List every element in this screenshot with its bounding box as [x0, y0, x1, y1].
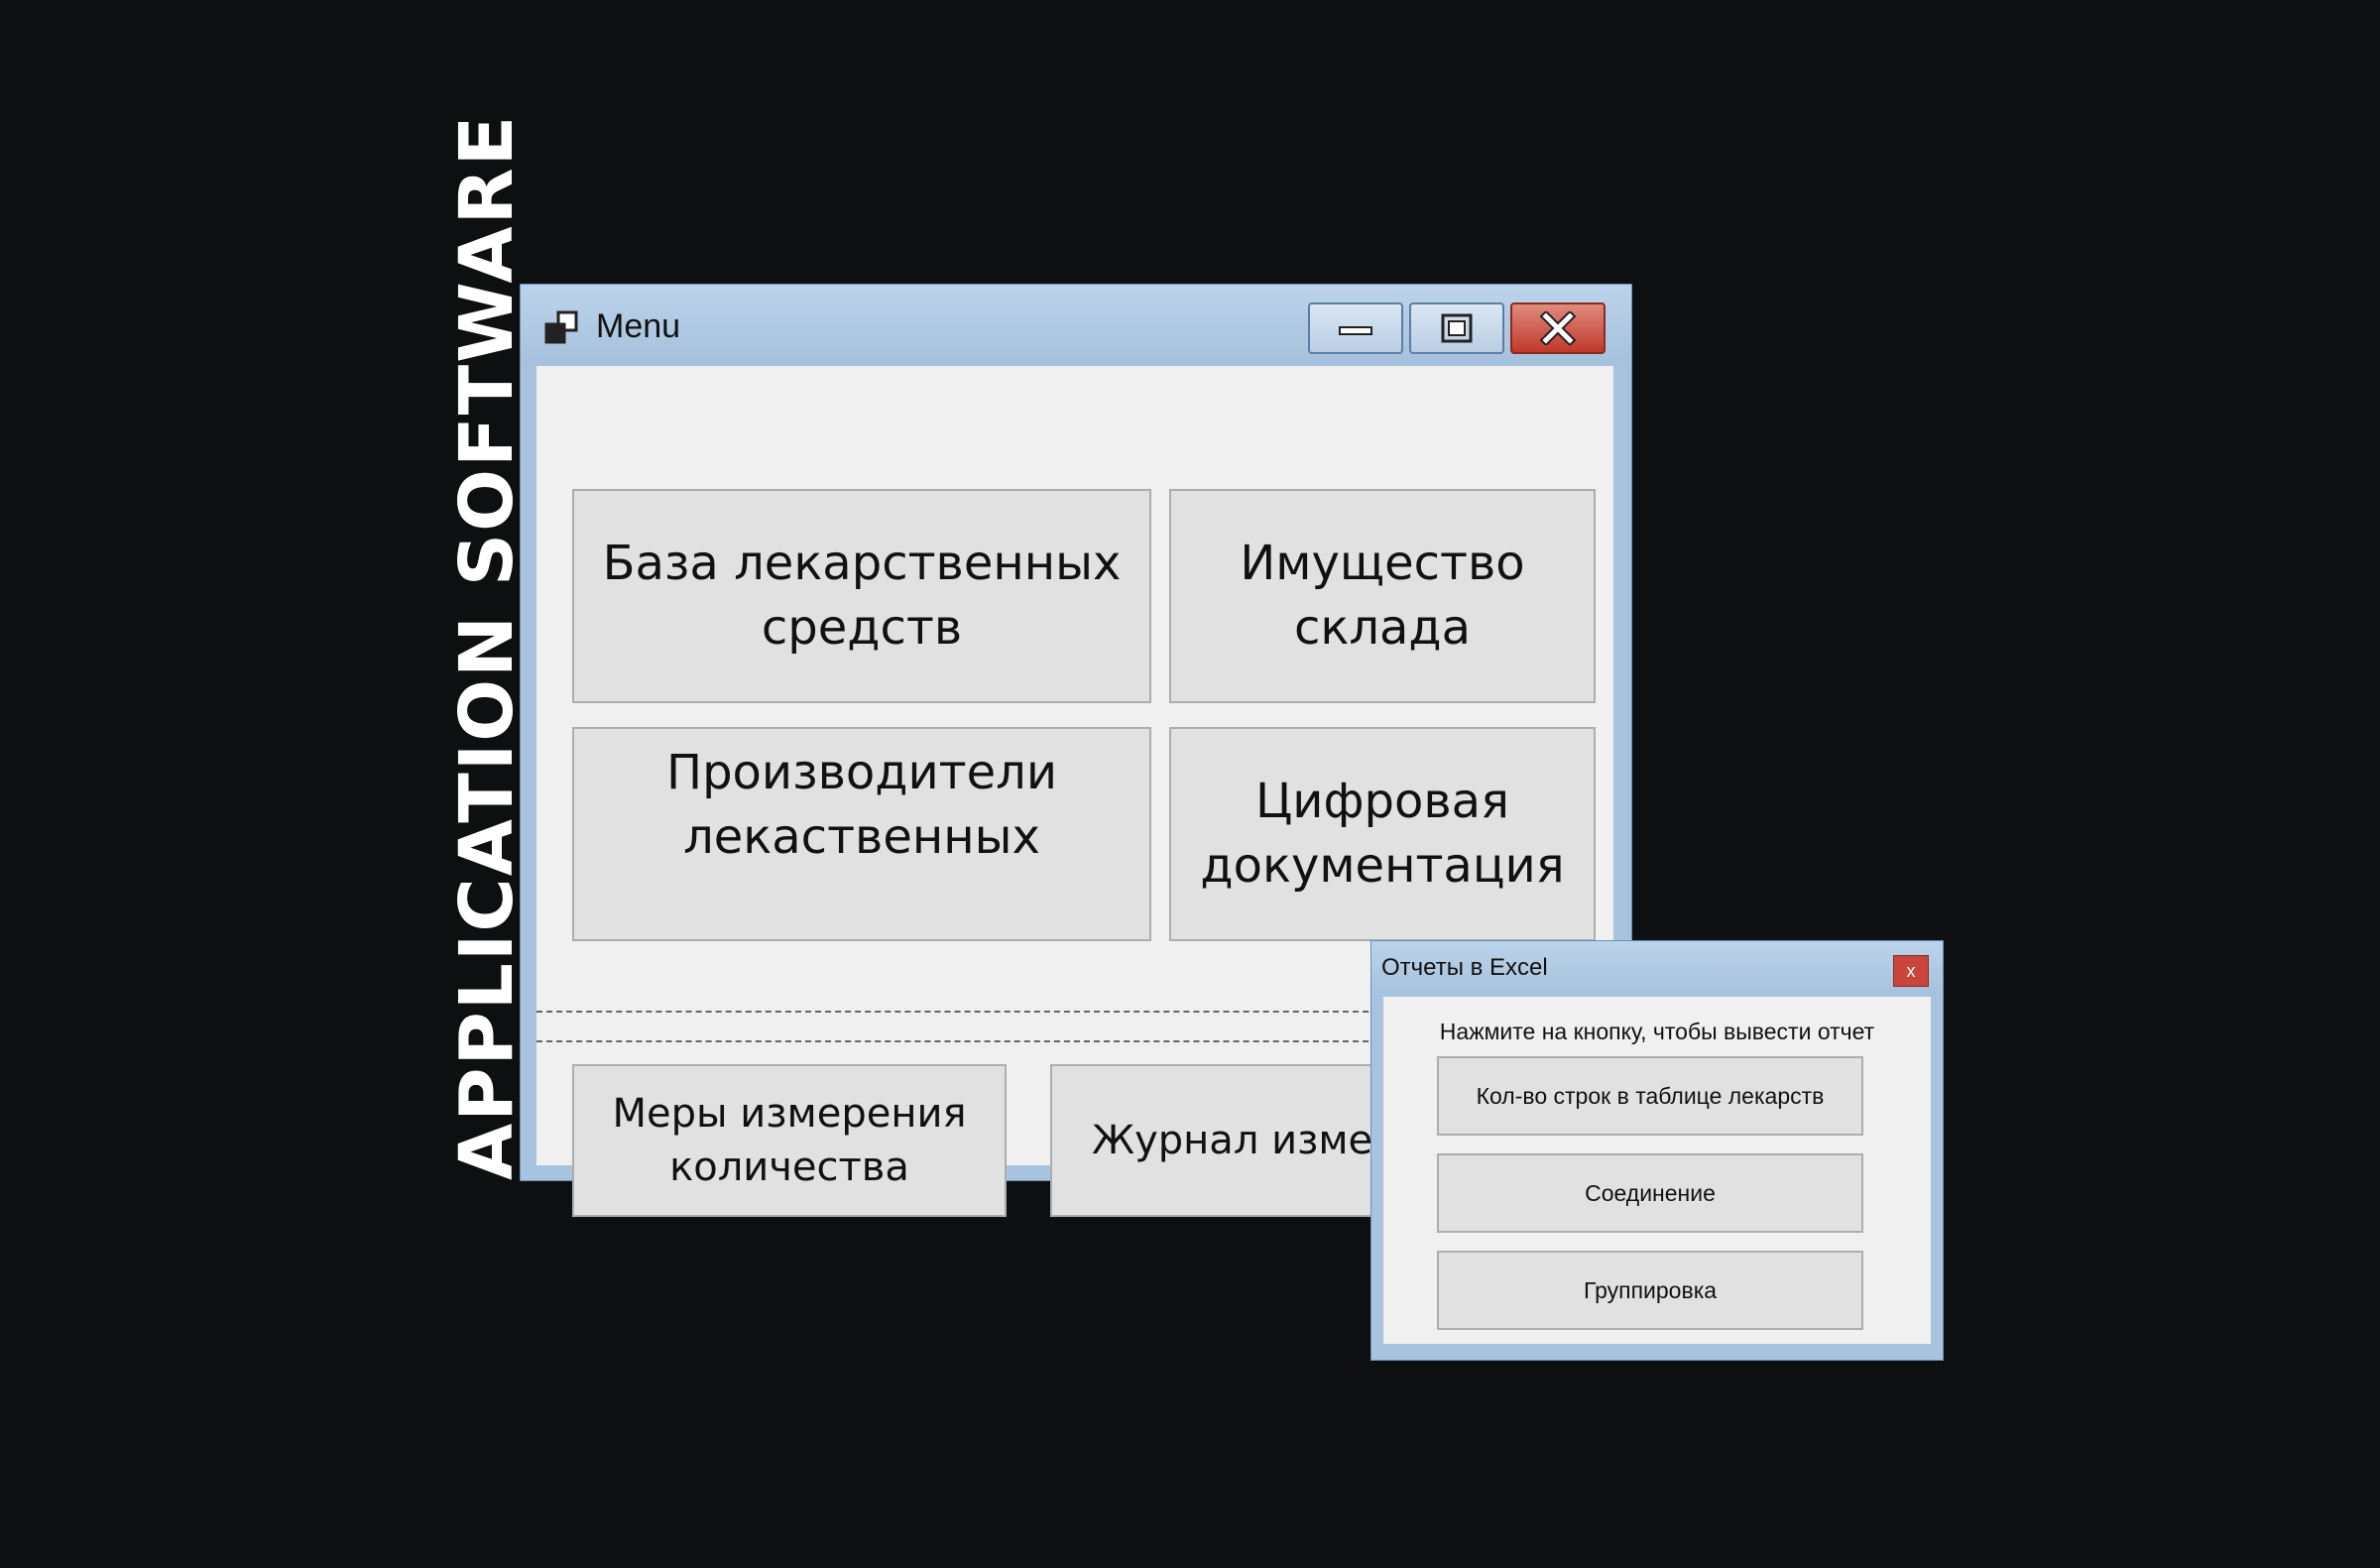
report-instruction-label: Нажмите на кнопку, чтобы вывести отчет	[1439, 1019, 1875, 1044]
medicines-database-button[interactable]: База лекарственных средств	[572, 489, 1151, 703]
manufacturers-button[interactable]: Производители лекаственных	[572, 727, 1151, 941]
close-button[interactable]	[1510, 302, 1606, 354]
menu-window-titlebar[interactable]: Menu	[521, 285, 1631, 364]
excel-dialog-client: Нажмите на кнопку, чтобы вывести отчет К…	[1383, 997, 1931, 1344]
excel-dialog-titlebar[interactable]: Отчеты в Excel x	[1371, 941, 1943, 997]
digital-documentation-button[interactable]: Цифровая документация	[1169, 727, 1596, 941]
join-report-button[interactable]: Соединение	[1437, 1153, 1863, 1233]
app-window-icon	[544, 310, 578, 344]
minimize-button[interactable]	[1308, 302, 1403, 354]
maximize-button[interactable]	[1409, 302, 1504, 354]
maximize-icon	[1441, 313, 1473, 343]
row-count-report-button[interactable]: Кол-во строк в таблице лекарств	[1437, 1056, 1863, 1136]
measurement-units-button[interactable]: Меры измерения количества	[572, 1064, 1007, 1217]
stage: APPLICATION SOFTWARE Menu База лекарстве…	[0, 0, 2380, 1568]
minimize-icon	[1339, 326, 1372, 335]
window-title: Menu	[596, 307, 681, 345]
grouping-report-button[interactable]: Группировка	[1437, 1251, 1863, 1330]
warehouse-property-button[interactable]: Имущество склада	[1169, 489, 1596, 703]
close-icon	[1539, 311, 1577, 345]
excel-reports-dialog: Отчеты в Excel x Нажмите на кнопку, чтоб…	[1370, 940, 1944, 1361]
application-software-heading: APPLICATION SOFTWARE	[444, 113, 530, 1180]
excel-dialog-close-button[interactable]: x	[1893, 955, 1929, 987]
excel-dialog-title: Отчеты в Excel	[1381, 954, 1548, 981]
close-icon: x	[1906, 960, 1916, 981]
